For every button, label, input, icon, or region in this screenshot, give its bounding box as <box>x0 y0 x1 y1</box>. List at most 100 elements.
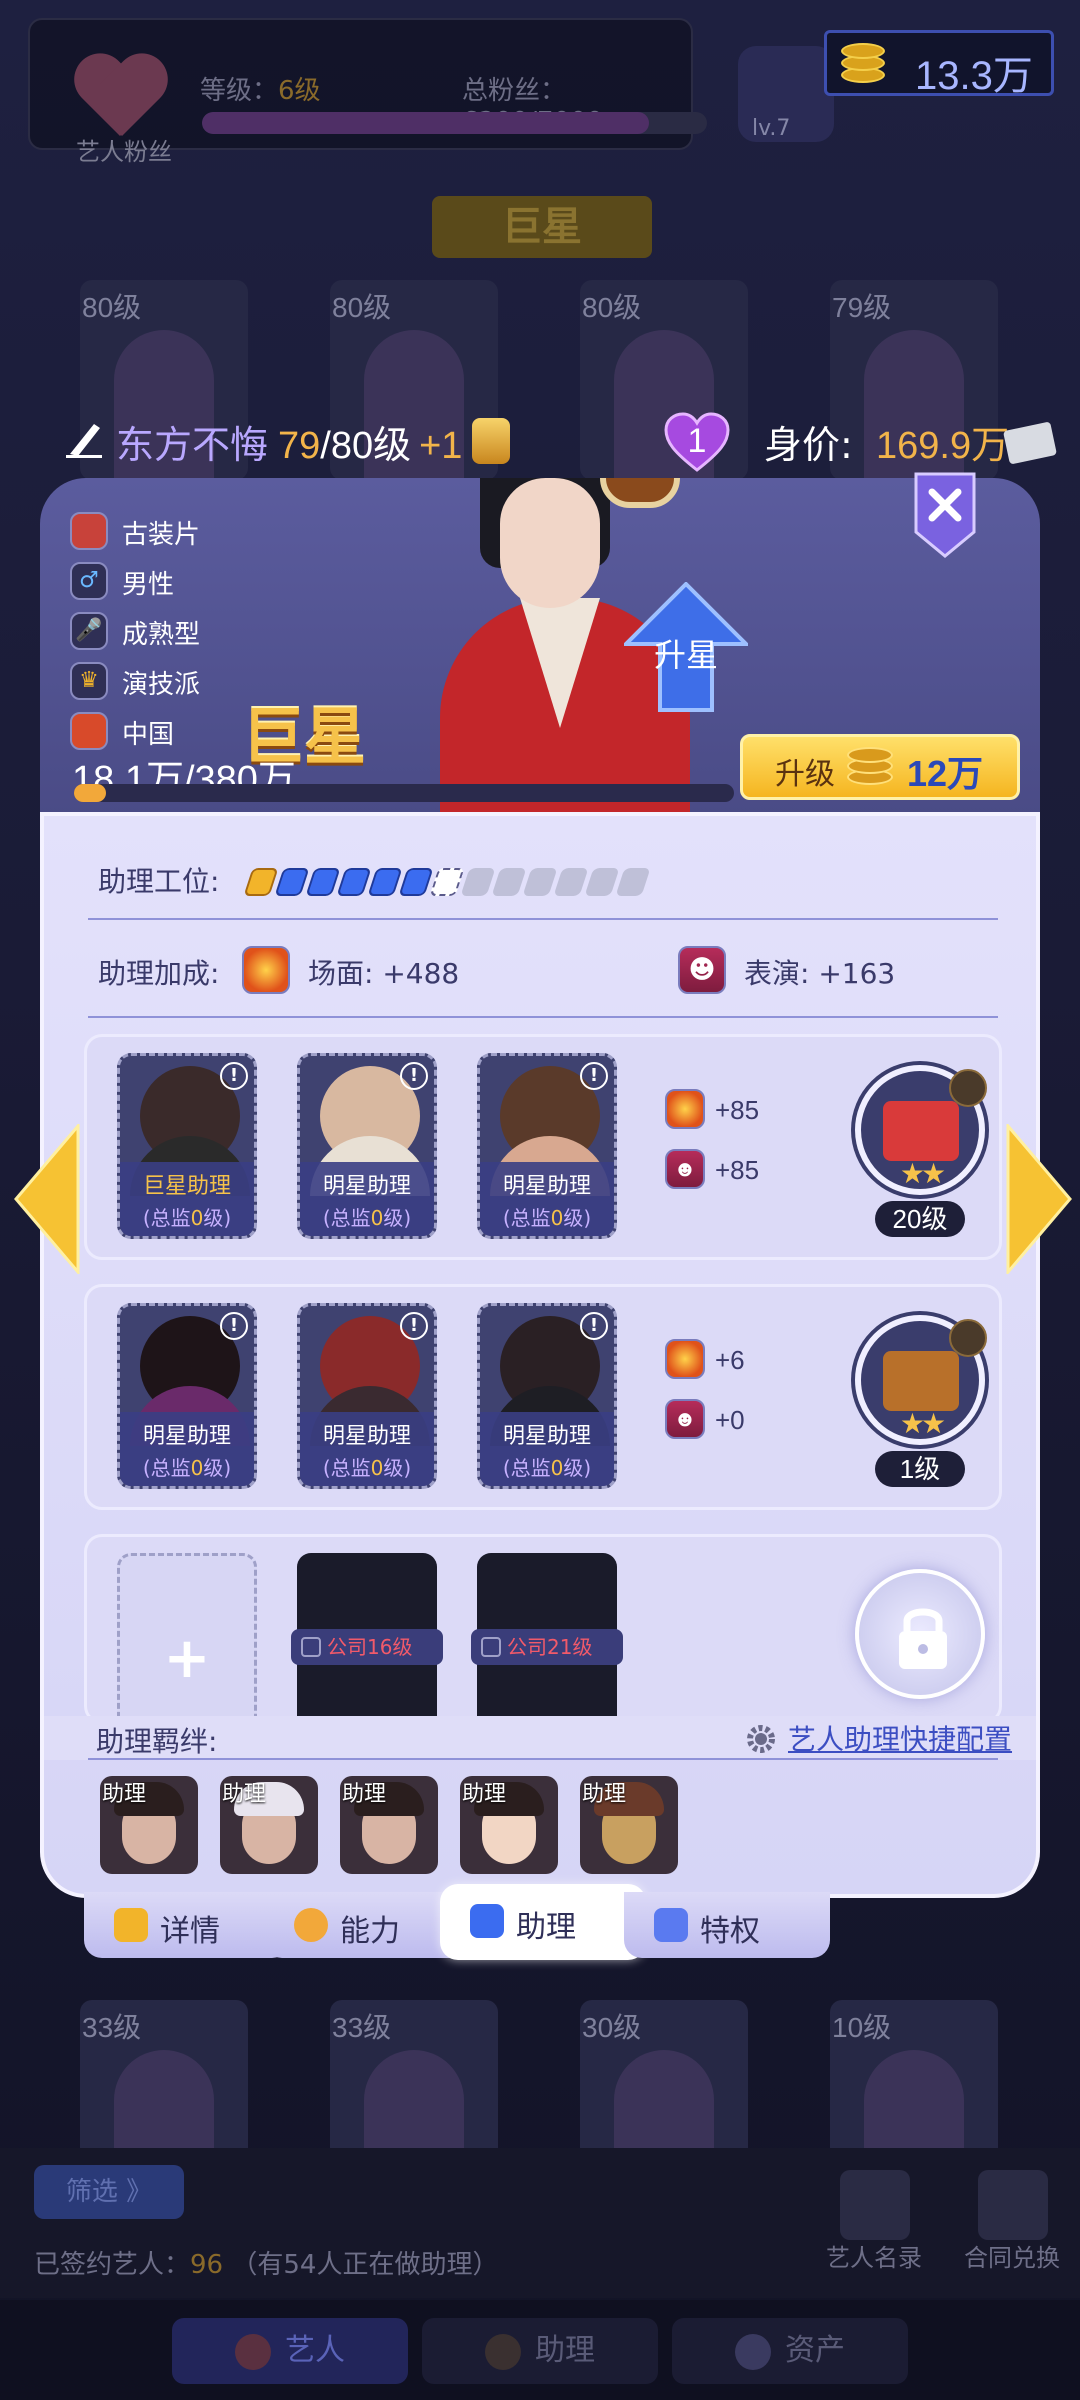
tab-details[interactable]: 详情 <box>84 1892 290 1958</box>
unlock-requirement: 公司21级 <box>471 1629 623 1665</box>
assistant-slot <box>429 868 465 896</box>
edit-name-icon[interactable] <box>66 420 102 458</box>
assistant-slot <box>243 868 279 896</box>
assistant-slot <box>522 868 558 896</box>
info-icon[interactable]: ! <box>580 1062 608 1090</box>
details-icon <box>114 1908 148 1942</box>
divider <box>88 1016 998 1018</box>
bond-avatar[interactable]: 助理 <box>580 1776 678 1874</box>
quick-config-link[interactable]: 艺人助理快捷配置 <box>788 1718 1012 1758</box>
upgrade-button[interactable]: 升级 12万 <box>740 734 1020 800</box>
contract-exchange-icon[interactable] <box>978 2170 1048 2240</box>
gear-icon[interactable] <box>744 1722 778 1756</box>
bond-avatar[interactable]: 助理 <box>100 1776 198 1874</box>
bond-avatar[interactable]: 助理 <box>340 1776 438 1874</box>
info-icon[interactable]: ! <box>580 1312 608 1340</box>
acting-mask-icon: ☻ <box>665 1149 705 1189</box>
equipment-level: 1级 <box>875 1451 965 1487</box>
info-icon[interactable]: ! <box>400 1062 428 1090</box>
fan-progress-bar <box>202 112 707 134</box>
assistant-icon <box>470 1904 504 1938</box>
assistant-slot <box>584 868 620 896</box>
gold-coin-icon <box>847 747 897 789</box>
tab-privilege[interactable]: 特权 <box>624 1892 830 1958</box>
group-acting-bonus: ☻ +0 <box>665 1399 785 1445</box>
assistant-card[interactable]: ! 明星助理 (总监0级) <box>477 1053 617 1239</box>
scene-icon <box>665 1339 705 1379</box>
fans-progress-fill <box>74 784 106 802</box>
worth-label: 身价: <box>764 423 853 467</box>
nav-tab-assistants[interactable]: 助理 <box>422 2318 658 2384</box>
fan-label: 艺人粉丝 <box>76 138 172 166</box>
microphone-icon: 🎤 <box>70 612 108 650</box>
assistant-card[interactable]: ! 明星助理 (总监0级) <box>297 1053 437 1239</box>
money-icon <box>1002 421 1058 465</box>
assistant-slot <box>367 868 403 896</box>
bond-avatar[interactable]: 助理 <box>220 1776 318 1874</box>
group-scene-bonus: +6 <box>665 1339 785 1385</box>
handbag-icon <box>883 1351 959 1411</box>
roster-label: 艺人名录 <box>826 2244 922 2272</box>
assistant-card[interactable]: ! 明星助理 (总监0级) <box>477 1303 617 1489</box>
assistant-slot <box>460 868 496 896</box>
artist-header: 东方不悔 79/80级 +1 1 身价: 169.9万 <box>66 412 1066 472</box>
fan-info-box: 艺人粉丝 等级：6级 总粉丝：6200/7000 <box>28 18 707 166</box>
upgrade-icon <box>949 1069 987 1107</box>
contract-exchange-label: 合同兑换 <box>964 2244 1060 2272</box>
heart-count: 1 <box>687 422 707 460</box>
add-assistant-button[interactable]: + <box>117 1553 257 1739</box>
assistant-panel: 助理工位: 助理加成: 场面: +488 ☻ 表演: +163 ! 巨星助理 (总… <box>40 812 1040 1898</box>
lock-box-icon <box>301 1637 321 1657</box>
filter-button[interactable]: 筛选 》 <box>34 2165 184 2219</box>
male-icon: ♂ <box>70 562 108 600</box>
ability-icon <box>294 1908 328 1942</box>
lock-icon[interactable] <box>855 1569 985 1699</box>
fan-level: 等级：6级 <box>200 76 321 106</box>
assistant-card[interactable]: ! 明星助理 (总监0级) <box>117 1303 257 1489</box>
assistant-slot <box>553 868 589 896</box>
nav-tab-artists[interactable]: 艺人 <box>172 2318 408 2384</box>
assistant-group: ! 明星助理 (总监0级) ! 明星助理 (总监0级) ! 明星助理 (总监0级) +… <box>84 1284 1002 1510</box>
divider <box>88 918 998 920</box>
gold-coin-icon <box>841 43 889 87</box>
info-icon[interactable]: ! <box>220 1062 248 1090</box>
fan-heart-icon <box>70 56 170 126</box>
artist-name: 东方不悔 <box>116 423 269 467</box>
company-level: lv.7 <box>752 116 791 141</box>
roster-icon[interactable] <box>840 2170 910 2240</box>
artist-level: 79/80级 +1 <box>278 425 463 467</box>
assistant-slot <box>336 868 372 896</box>
equipment-handbag[interactable]: ★★ <box>855 1315 987 1445</box>
info-icon[interactable]: ! <box>220 1312 248 1340</box>
info-icon[interactable]: ! <box>400 1312 428 1340</box>
assistant-slot <box>274 868 310 896</box>
assistant-card[interactable]: ! 巨星助理 (总监0级) <box>117 1053 257 1239</box>
equipment-shop[interactable]: ★★ <box>855 1065 987 1195</box>
close-button[interactable] <box>914 472 976 558</box>
genre-icon <box>70 512 108 550</box>
assistant-card[interactable]: ! 明星助理 (总监0级) <box>297 1303 437 1489</box>
assistant-slot <box>398 868 434 896</box>
group-scene-bonus: +85 <box>665 1089 785 1135</box>
artist-icon <box>235 2333 271 2370</box>
upgrade-star-label[interactable]: 升星 <box>624 630 748 676</box>
assistant-slot <box>305 868 341 896</box>
gold-display[interactable]: 13.3万 <box>824 30 1054 98</box>
gold-amount: 13.3万 <box>915 54 1033 98</box>
fan-progress-fill <box>202 112 650 134</box>
next-artist-arrow[interactable] <box>1004 1121 1074 1277</box>
bond-avatar[interactable]: 助理 <box>460 1776 558 1874</box>
assets-icon <box>735 2333 771 2370</box>
divider <box>88 1758 998 1760</box>
artist-card: 古装片 ♂ 男性 🎤 成熟型 ♛ 演技派 中国 巨星 18.1万/380万 升星 升级… <box>40 478 1040 818</box>
assistant-group-locked: + 公司16级 公司21级 <box>84 1534 1002 1753</box>
assistant-icon <box>485 2333 521 2370</box>
assistant-bonus-row: 助理加成: 场面: +488 ☻ 表演: +163 <box>98 944 998 1000</box>
upgrade-icon <box>949 1319 987 1357</box>
star-rating: ★★ <box>899 1157 946 1190</box>
nav-tab-assets[interactable]: 资产 <box>672 2318 908 2384</box>
acting-mask-icon: ☻ <box>665 1399 705 1439</box>
tab-assistant[interactable]: 助理 <box>440 1884 646 1960</box>
previous-artist-arrow[interactable] <box>12 1121 82 1277</box>
assistant-slots <box>243 868 651 896</box>
